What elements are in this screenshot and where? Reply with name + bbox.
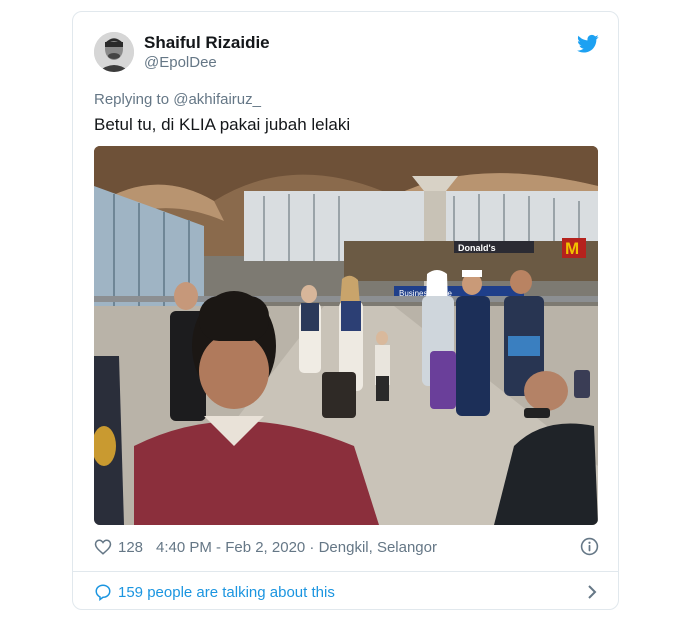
twitter-bird-icon[interactable]: [577, 34, 599, 54]
tweet-photo[interactable]: Donald's M Business Suite: [94, 146, 598, 525]
tweet-header: Shaiful Rizaidie @EpolDee: [94, 32, 599, 74]
tweet-meta: 128 4:40 PM - Feb 2, 2020 · Dengkil, Sel…: [94, 537, 599, 559]
replying-to[interactable]: Replying to @akhifairuz_: [94, 91, 261, 108]
author-handle[interactable]: @EpolDee: [144, 54, 217, 71]
shop-sign-text: Donald's: [458, 243, 496, 253]
heart-icon[interactable]: [94, 538, 112, 556]
avatar[interactable]: [94, 32, 134, 72]
airport-photo: Donald's M Business Suite: [94, 146, 598, 525]
svg-text:M: M: [565, 239, 579, 258]
chevron-right-icon[interactable]: [585, 584, 599, 600]
divider: [73, 571, 618, 572]
conversation-link[interactable]: 159 people are talking about this: [94, 582, 599, 604]
avatar-image: [94, 32, 134, 72]
talking-about-text[interactable]: 159 people are talking about this: [118, 584, 335, 601]
tweet-text: Betul tu, di KLIA pakai jubah lelaki: [94, 115, 351, 134]
like-count[interactable]: 128: [118, 539, 143, 556]
speech-bubble-icon: [95, 584, 111, 601]
tweet-timestamp[interactable]: 4:40 PM - Feb 2, 2020 · Dengkil, Selango…: [156, 539, 437, 556]
page: Shaiful Rizaidie @EpolDee Replying to @a…: [0, 0, 693, 622]
author-name[interactable]: Shaiful Rizaidie: [144, 33, 270, 53]
info-icon[interactable]: [580, 537, 599, 556]
embedded-tweet-card[interactable]: Shaiful Rizaidie @EpolDee Replying to @a…: [72, 11, 619, 610]
